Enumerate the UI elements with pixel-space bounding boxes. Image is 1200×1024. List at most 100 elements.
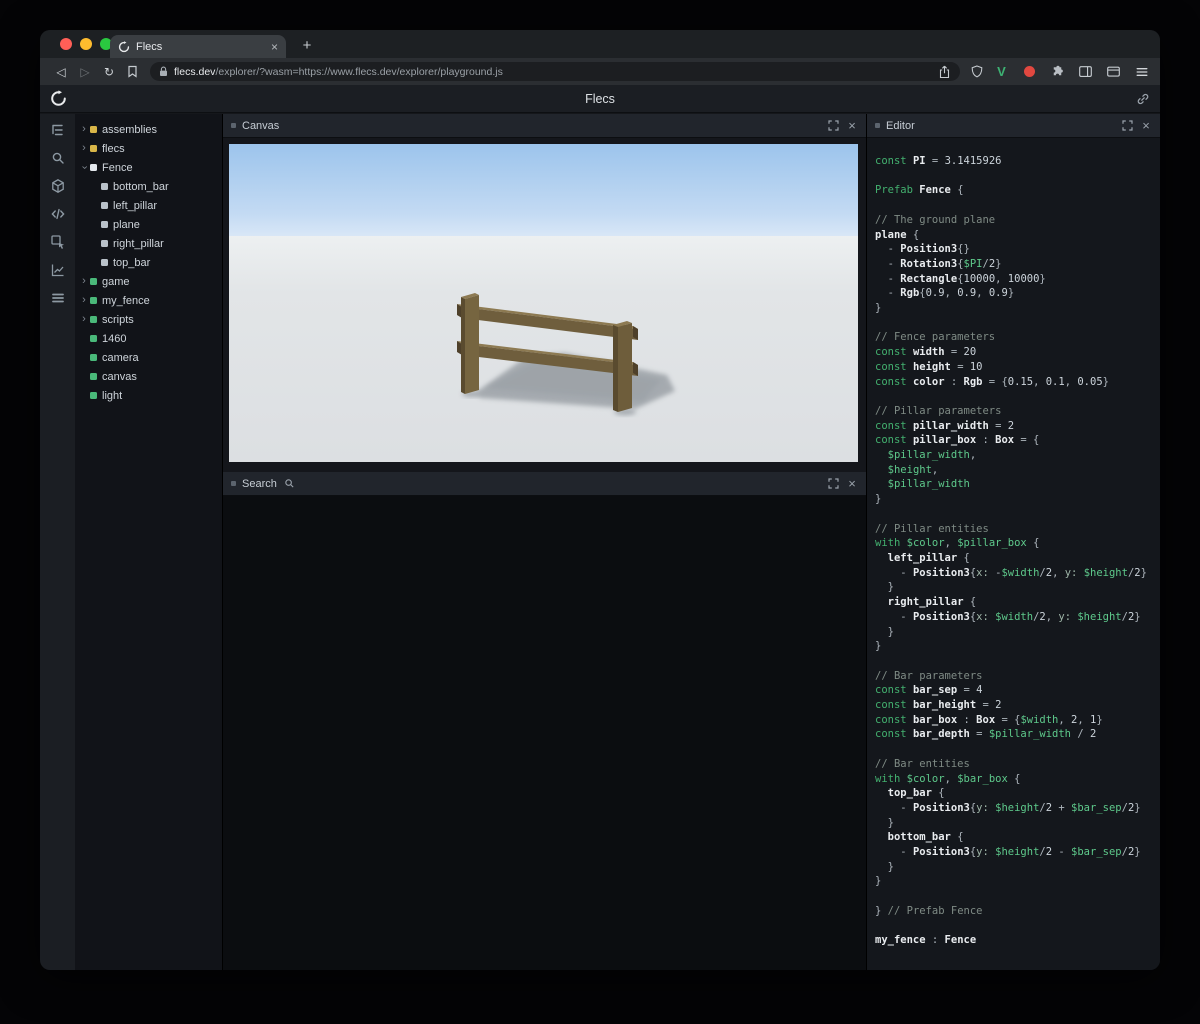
browser-tab[interactable]: Flecs × [110, 35, 286, 58]
maximize-icon[interactable] [826, 477, 840, 491]
entity-tree: ›assemblies›flecs›Fencebottom_barleft_pi… [75, 114, 222, 970]
tree-item-camera[interactable]: camera [75, 348, 222, 367]
tree-item-plane[interactable]: plane [75, 215, 222, 234]
tree-item-scripts[interactable]: ›scripts [75, 310, 222, 329]
entity-square-icon [101, 240, 108, 247]
code-icon[interactable] [49, 205, 67, 223]
puzzle-extensions-icon[interactable] [1049, 63, 1066, 80]
tree-item-assemblies[interactable]: ›assemblies [75, 120, 222, 139]
sidebar-toggle-icon[interactable] [1077, 63, 1094, 80]
bookmark-icon[interactable] [122, 65, 142, 78]
outliner-icon[interactable] [49, 121, 67, 139]
url-path: /explorer/?wasm=https://www.flecs.dev/ex… [215, 66, 502, 78]
code-line: } [875, 580, 1154, 595]
code-line: my_fence : Fence [875, 933, 1154, 948]
close-icon[interactable]: × [846, 118, 858, 133]
code-area[interactable]: const PI = 3.1415926 Prefab Fence { // T… [867, 138, 1160, 970]
tree-item-top_bar[interactable]: top_bar [75, 253, 222, 272]
code-line [875, 889, 1154, 904]
code-line: } [875, 301, 1154, 316]
panel-dot-icon [231, 481, 236, 486]
code-line: } [875, 874, 1154, 889]
code-line: // Pillar entities [875, 522, 1154, 537]
editor-panel-header: Editor × [867, 114, 1160, 138]
code-line: top_bar { [875, 786, 1154, 801]
tree-item-label: my_fence [102, 295, 150, 307]
tab-close-icon[interactable]: × [271, 41, 278, 53]
share-icon[interactable] [938, 65, 951, 79]
canvas-panel-header: Canvas × [223, 114, 866, 138]
box-icon[interactable] [49, 177, 67, 195]
minimize-window-button[interactable] [80, 38, 92, 50]
ground-plane [229, 236, 858, 462]
entity-square-icon [90, 335, 97, 342]
tree-item-label: top_bar [113, 257, 150, 269]
canvas-3d-viewport[interactable] [229, 144, 858, 462]
search-results-area[interactable] [223, 496, 866, 970]
inspect-icon[interactable] [49, 233, 67, 251]
new-tab-button[interactable]: + [298, 36, 316, 54]
entity-square-icon [90, 373, 97, 380]
stats-icon[interactable] [49, 261, 67, 279]
entity-square-icon [90, 145, 97, 152]
maximize-icon[interactable] [1120, 119, 1134, 133]
chevron-collapsed-icon[interactable]: › [79, 276, 89, 287]
code-line: $pillar_width [875, 477, 1154, 492]
tree-item-right_pillar[interactable]: right_pillar [75, 234, 222, 253]
url-bar[interactable]: flecs.dev/explorer/?wasm=https://www.fle… [150, 62, 960, 81]
menu-icon[interactable] [1133, 63, 1150, 80]
entity-square-icon [90, 126, 97, 133]
search-panel-header: Search × [223, 472, 866, 496]
red-circle-extension-icon[interactable] [1021, 63, 1038, 80]
tree-item-flecs[interactable]: ›flecs [75, 139, 222, 158]
code-line: const width = 20 [875, 345, 1154, 360]
v-extension-icon[interactable]: V [993, 63, 1010, 80]
tree-item-bottom_bar[interactable]: bottom_bar [75, 177, 222, 196]
tree-item-my_fence[interactable]: › my_fence [75, 291, 222, 310]
rows-icon[interactable] [49, 289, 67, 307]
code-line: Prefab Fence { [875, 183, 1154, 198]
entity-square-icon [90, 278, 97, 285]
close-window-button[interactable] [60, 38, 72, 50]
forward-button[interactable]: ▷ [74, 65, 96, 79]
tree-item-light[interactable]: light [75, 386, 222, 405]
code-line: const bar_height = 2 [875, 698, 1154, 713]
tree-item-canvas[interactable]: canvas [75, 367, 222, 386]
code-line: plane { [875, 228, 1154, 243]
back-button[interactable]: ◁ [50, 65, 72, 79]
chevron-collapsed-icon[interactable]: › [79, 295, 89, 306]
search-icon[interactable] [49, 149, 67, 167]
main-column: Canvas × [222, 114, 866, 970]
tree-item-1460[interactable]: 1460 [75, 329, 222, 348]
chevron-collapsed-icon[interactable]: › [79, 314, 89, 325]
code-line: } // Prefab Fence [875, 904, 1154, 919]
code-line: // Bar parameters [875, 669, 1154, 684]
chevron-collapsed-icon[interactable]: › [79, 124, 89, 135]
entity-square-icon [90, 164, 97, 171]
code-line: const PI = 3.1415926 [875, 154, 1154, 169]
code-line: left_pillar { [875, 551, 1154, 566]
close-icon[interactable]: × [846, 476, 858, 491]
close-icon[interactable]: × [1140, 118, 1152, 133]
code-line [875, 507, 1154, 522]
maximize-icon[interactable] [826, 119, 840, 133]
tree-item-label: camera [102, 352, 139, 364]
wallet-icon[interactable] [1105, 63, 1122, 80]
chevron-collapsed-icon[interactable]: › [79, 143, 89, 154]
sky [229, 144, 858, 240]
tree-item-game[interactable]: ›game [75, 272, 222, 291]
entity-square-icon [101, 221, 108, 228]
tab-favicon-flecs-logo-icon [118, 41, 130, 53]
code-line: // Bar entities [875, 757, 1154, 772]
tree-item-Fence[interactable]: ›Fence [75, 158, 222, 177]
reload-button[interactable]: ↻ [98, 65, 120, 79]
code-line: const pillar_box : Box = { [875, 433, 1154, 448]
code-line: $pillar_width, [875, 448, 1154, 463]
code-line: const bar_depth = $pillar_width / 2 [875, 727, 1154, 742]
tree-item-left_pillar[interactable]: left_pillar [75, 196, 222, 215]
entity-square-icon [90, 354, 97, 361]
window-controls [60, 38, 112, 50]
chevron-expanded-icon[interactable]: › [79, 163, 90, 173]
code-line: const bar_sep = 4 [875, 683, 1154, 698]
brave-shield-icon[interactable] [968, 63, 985, 80]
